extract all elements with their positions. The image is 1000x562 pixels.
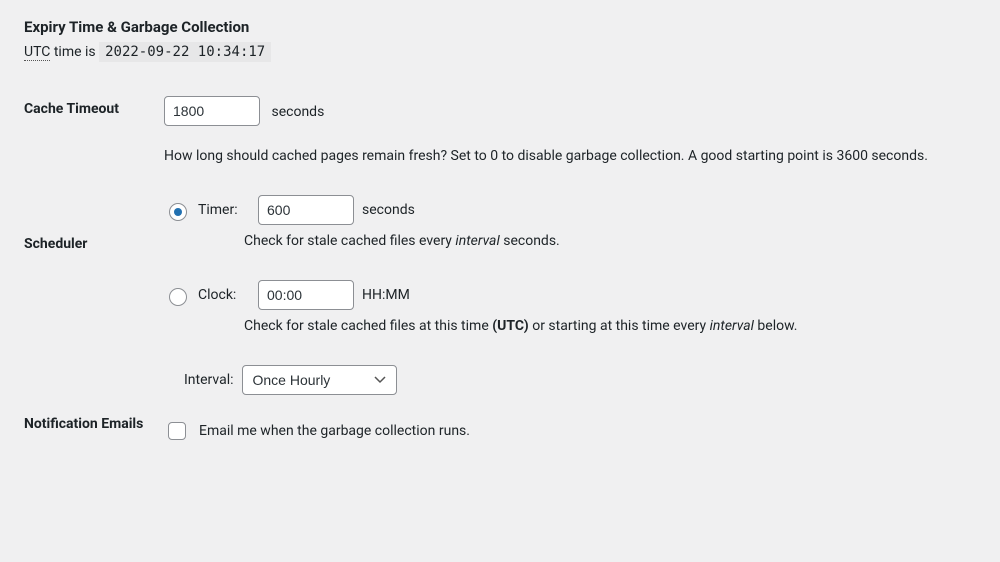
scheduler-clock-label: Clock: [198,285,250,306]
scheduler-interval-select[interactable]: Once Hourly [242,365,397,395]
notification-checkbox-label: Email me when the garbage collection run… [199,421,470,442]
section-title: Expiry Time & Garbage Collection [24,18,976,36]
scheduler-clock-unit: HH:MM [362,285,410,306]
utc-abbr: UTC [24,44,50,61]
scheduler-timer-radio[interactable] [169,203,187,221]
scheduler-clock-input[interactable] [258,280,354,310]
scheduler-interval-label: Interval: [184,370,234,391]
scheduler-timer-sub: Check for stale cached files every inter… [244,231,976,252]
scheduler-timer-input[interactable] [258,195,354,225]
utc-prefix: time is [50,44,99,60]
cache-timeout-label: Cache Timeout [24,88,164,175]
scheduler-timer-unit: seconds [362,200,415,221]
notification-label: Notification Emails [24,403,164,451]
scheduler-clock-block: Clock: HH:MM Check for stale cached file… [164,280,976,337]
utc-timestamp: 2022-09-22 10:34:17 [99,42,271,62]
cache-timeout-unit: seconds [271,104,324,120]
cache-timeout-description: How long should cached pages remain fres… [164,146,974,167]
scheduler-clock-sub: Check for stale cached files at this tim… [244,316,976,337]
scheduler-timer-block: Timer: seconds Check for stale cached fi… [164,195,976,252]
notification-checkbox[interactable] [168,422,186,440]
scheduler-label: Scheduler [24,175,164,403]
scheduler-clock-radio[interactable] [169,288,187,306]
cache-timeout-input[interactable] [164,96,260,126]
utc-time-row: UTC time is 2022-09-22 10:34:17 [24,44,976,60]
scheduler-timer-label: Timer: [198,200,250,221]
